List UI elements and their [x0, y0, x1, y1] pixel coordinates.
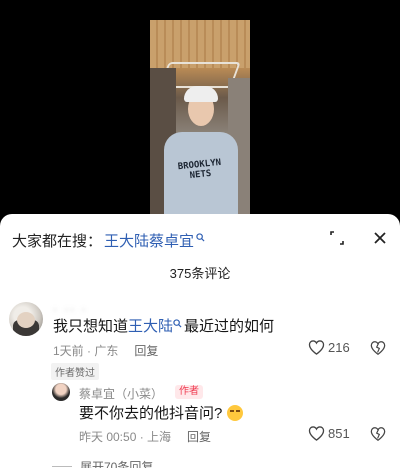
- avatar[interactable]: [9, 302, 43, 336]
- close-icon: [374, 232, 386, 244]
- comment-text-after: 最近过的如何: [184, 318, 275, 335]
- heart-icon: [308, 340, 325, 355]
- expand-replies-button[interactable]: 展开70条回复: [52, 458, 153, 468]
- trending-search-term[interactable]: 王大陆蔡卓宜: [104, 230, 194, 251]
- person-cap: [184, 86, 218, 102]
- grimace-emoji-icon: [227, 404, 244, 421]
- collapse-button[interactable]: [326, 227, 348, 249]
- reply-text: 要不你去的他抖音问?: [79, 402, 244, 423]
- dislike-icon[interactable]: [370, 340, 386, 356]
- comment-sheet: 大家都在搜： 王大陆蔡卓宜 375条评论 · ·· · 我只想知道王大陆 最近过的…: [0, 214, 400, 468]
- reply-username[interactable]: 蔡卓宜（小菜）: [79, 385, 163, 402]
- like-button[interactable]: 851: [308, 426, 350, 441]
- like-count: 216: [328, 340, 350, 355]
- comment-time: 1天前 · 广东: [53, 344, 119, 358]
- expand-replies-label: 展开70条回复: [80, 460, 154, 468]
- reply-time: 昨天 00:50 · 上海: [79, 430, 172, 444]
- comment-meta: 1天前 · 广东 回复: [53, 342, 158, 359]
- comment-username[interactable]: · ·· ·: [53, 302, 88, 316]
- like-count: 851: [328, 426, 350, 441]
- divider: [52, 466, 72, 467]
- search-icon: [196, 232, 205, 242]
- author-liked-badge: 作者赞过: [51, 363, 99, 380]
- reply-avatar[interactable]: [52, 383, 70, 401]
- comment-highlight-link[interactable]: 王大陆: [128, 318, 173, 335]
- trending-search[interactable]: 大家都在搜： 王大陆蔡卓宜: [12, 230, 205, 250]
- heart-icon: [308, 426, 325, 441]
- avatar-face: [17, 312, 35, 328]
- reply-button[interactable]: 回复: [187, 428, 211, 445]
- comment-text: 我只想知道王大陆 最近过的如何: [53, 317, 274, 337]
- reply-text-content: 要不你去的他抖音问?: [79, 405, 223, 422]
- comment-text-before: 我只想知道: [53, 318, 129, 335]
- ceiling: [150, 20, 250, 68]
- trending-search-prefix: 大家都在搜：: [12, 232, 103, 250]
- reply-meta: 昨天 00:50 · 上海 回复: [79, 428, 211, 445]
- video-area[interactable]: BROOKLYN NETS: [0, 0, 400, 224]
- author-badge: 作者: [175, 385, 203, 399]
- dislike-icon[interactable]: [370, 426, 386, 442]
- video-thumbnail[interactable]: BROOKLYN NETS: [150, 20, 250, 214]
- collapse-icon: [330, 231, 344, 245]
- reply-button[interactable]: 回复: [134, 342, 158, 359]
- comment-count: 375条评论: [169, 266, 231, 281]
- search-icon: [173, 319, 182, 328]
- close-button[interactable]: [369, 227, 391, 249]
- like-button[interactable]: 216: [308, 340, 350, 355]
